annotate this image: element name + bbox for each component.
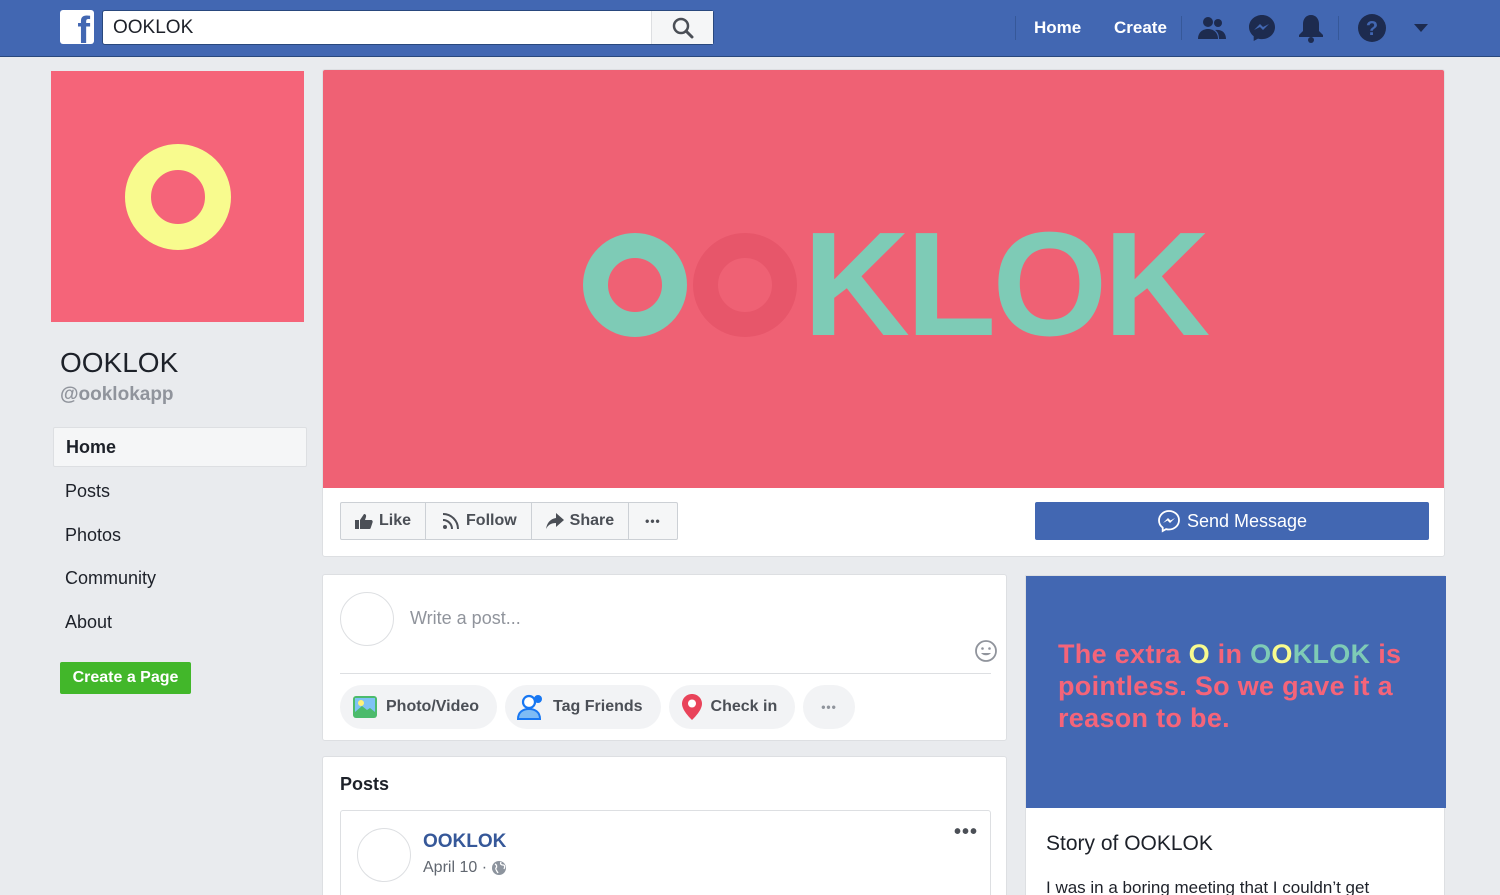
thumbs-up-icon: [355, 514, 373, 529]
top-navigation-bar: f Home Create ?: [0, 0, 1500, 57]
avatar[interactable]: [357, 828, 411, 882]
more-dots-icon: •••: [821, 700, 837, 714]
search-input[interactable]: [103, 11, 651, 44]
search-bar: [102, 10, 714, 45]
follow-label: Follow: [466, 512, 517, 529]
search-icon: [672, 17, 693, 38]
left-nav-item-about[interactable]: About: [53, 601, 307, 645]
like-button[interactable]: Like: [341, 503, 427, 539]
check-in-button[interactable]: Check in: [668, 685, 796, 729]
ooklok-logo-icon: [124, 143, 231, 250]
composer-actions: Photo/Video Tag Friends Check in •••: [340, 685, 855, 729]
share-button[interactable]: Share: [532, 503, 630, 539]
story-headline: The extra O in OOKLOK is pointless. So w…: [1058, 639, 1402, 733]
page-action-bar: Like Follow Share •••: [340, 502, 678, 540]
wordmark-ghost-o-ring: [693, 233, 797, 337]
location-pin-icon: [681, 694, 702, 720]
notifications-bell-icon[interactable]: [1296, 13, 1326, 43]
rss-follow-icon: [442, 513, 460, 530]
left-nav-item-home[interactable]: Home: [53, 427, 307, 467]
left-nav-item-community[interactable]: Community: [53, 557, 307, 601]
more-options-button[interactable]: •••: [629, 503, 677, 539]
cover-photo[interactable]: KLOK: [323, 70, 1444, 488]
tag-friends-icon: [517, 694, 543, 720]
story-card[interactable]: The extra O in OOKLOK is pointless. So w…: [1025, 575, 1446, 895]
left-nav-item-photos[interactable]: Photos: [53, 514, 307, 558]
post-timestamp[interactable]: April 10 ·: [423, 859, 507, 877]
account-menu-chevron-down-icon[interactable]: [1406, 13, 1436, 43]
svg-text:?: ?: [1366, 18, 1378, 40]
messenger-icon[interactable]: [1247, 13, 1277, 43]
wordmark-letters: KLOK: [803, 202, 1210, 367]
nav-home-link[interactable]: Home: [1034, 18, 1081, 38]
divider: [1338, 16, 1339, 40]
emoji-smiley-icon[interactable]: [974, 639, 998, 668]
globe-public-icon: [492, 861, 507, 875]
cover-wordmark: KLOK: [583, 211, 1210, 359]
nav-create-link[interactable]: Create: [1114, 18, 1167, 38]
tag-friends-button[interactable]: Tag Friends: [505, 685, 661, 729]
story-title: Story of OOKLOK: [1046, 832, 1213, 855]
left-nav-item-posts[interactable]: Posts: [53, 470, 307, 514]
divider: [1015, 16, 1016, 40]
like-label: Like: [379, 512, 412, 529]
post-options-button[interactable]: •••: [954, 821, 978, 844]
post-item: OOKLOK April 10 · •••: [340, 810, 991, 895]
search-button[interactable]: [651, 11, 713, 44]
help-icon[interactable]: ?: [1357, 13, 1387, 43]
facebook-logo-icon[interactable]: f: [60, 10, 94, 44]
posts-section-title: Posts: [340, 774, 390, 794]
page-title[interactable]: OOKLOK: [60, 347, 178, 379]
messenger-icon: [1158, 510, 1180, 533]
avatar: [340, 592, 394, 646]
cover-card: KLOK Like Follow Share ••• Send Message: [322, 69, 1445, 557]
page-handle[interactable]: @ooklokapp: [60, 384, 174, 406]
profile-picture[interactable]: [50, 70, 305, 323]
post-author-link[interactable]: OOKLOK: [423, 831, 506, 853]
composer-more-button[interactable]: •••: [803, 685, 855, 729]
tag-friends-label: Tag Friends: [553, 698, 643, 715]
wordmark-o-ring: [583, 233, 687, 337]
posts-section: Posts OOKLOK April 10 · •••: [322, 756, 1007, 895]
write-post-input[interactable]: Write a post...: [410, 608, 521, 629]
photo-video-button[interactable]: Photo/Video: [340, 685, 498, 729]
post-date-text: April 10 ·: [423, 859, 488, 876]
send-message-button[interactable]: Send Message: [1035, 502, 1429, 540]
story-banner: The extra O in OOKLOK is pointless. So w…: [1026, 576, 1446, 808]
more-dots-icon: •••: [645, 514, 661, 528]
create-page-button[interactable]: Create a Page: [60, 662, 191, 694]
check-in-label: Check in: [710, 698, 778, 715]
share-arrow-icon: [545, 513, 564, 529]
share-label: Share: [569, 512, 615, 529]
photo-video-label: Photo/Video: [386, 698, 480, 715]
post-composer: Write a post... Photo/Video Tag Friends …: [322, 574, 1007, 741]
follow-button[interactable]: Follow: [426, 503, 532, 539]
divider: [340, 673, 991, 674]
page-left-nav: Home Posts Photos Community About: [53, 427, 307, 644]
send-message-label: Send Message: [1186, 510, 1308, 531]
photo-icon: [353, 696, 377, 718]
story-body-text: I was in a boring meeting that I couldn’…: [1046, 878, 1370, 895]
friend-requests-icon[interactable]: [1197, 13, 1227, 43]
divider: [1181, 16, 1182, 40]
